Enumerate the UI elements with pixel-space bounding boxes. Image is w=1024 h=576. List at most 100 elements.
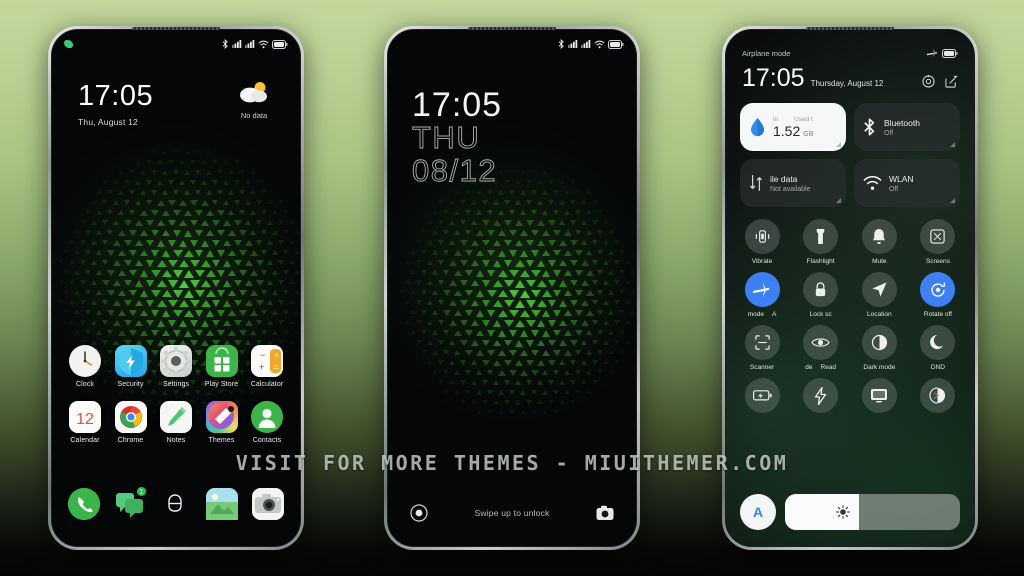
toggle-lock-screen[interactable]: Lock sc bbox=[799, 272, 843, 318]
settings-gear-icon[interactable] bbox=[922, 75, 935, 88]
edit-icon[interactable] bbox=[945, 75, 958, 88]
contrast-icon bbox=[861, 325, 897, 360]
data-usage-value: 1.52 bbox=[773, 122, 801, 139]
toggle-mute[interactable]: Mute bbox=[857, 219, 901, 265]
weather-widget[interactable]: No data bbox=[226, 80, 282, 120]
partly-cloudy-icon bbox=[240, 82, 267, 103]
toggle-airplane-mode[interactable]: mode A bbox=[740, 272, 784, 318]
toggle-location[interactable]: Location bbox=[857, 272, 901, 318]
airplane-icon bbox=[927, 48, 938, 58]
cast-icon bbox=[861, 378, 897, 413]
wifi-icon bbox=[258, 40, 269, 48]
brightness-slider[interactable] bbox=[785, 494, 960, 530]
clock-date: Thu, August 12 bbox=[78, 117, 138, 127]
expand-corner-icon[interactable] bbox=[836, 198, 841, 203]
app-contacts[interactable]: Contacts bbox=[246, 401, 288, 444]
auto-brightness-button[interactable]: A bbox=[740, 494, 776, 530]
toggle-dark-mode[interactable]: Dark mode bbox=[857, 325, 901, 371]
toggle-label: Vibrate bbox=[751, 258, 773, 265]
shield-icon bbox=[114, 345, 147, 377]
toggle-label: Lock sc bbox=[809, 311, 832, 318]
camera-icon[interactable] bbox=[252, 488, 284, 520]
expand-corner-icon[interactable] bbox=[950, 142, 955, 147]
app-notes[interactable]: Notes bbox=[155, 401, 197, 444]
moon-icon bbox=[920, 325, 956, 360]
app-calendar[interactable]: 12 Calendar bbox=[64, 401, 106, 444]
lock-bottom-bar: Swipe up to unlock bbox=[388, 504, 636, 522]
bluetooth-tile[interactable]: Bluetooth Off bbox=[854, 103, 960, 151]
gallery-icon[interactable] bbox=[206, 488, 238, 520]
app-label: Chrome bbox=[117, 437, 144, 444]
wlan-tile[interactable]: WLAN Off bbox=[854, 159, 960, 207]
expand-corner-icon[interactable] bbox=[836, 142, 841, 147]
toggle-vibrate[interactable]: Vibrate bbox=[740, 219, 784, 265]
signal-icon bbox=[245, 40, 255, 48]
calendar-icon: 12 bbox=[69, 401, 101, 433]
camera-icon[interactable] bbox=[596, 505, 614, 521]
app-label: Settings bbox=[162, 381, 190, 388]
toggle-row-1: Vibrate Flashlight Mute Screens bbox=[740, 219, 960, 265]
app-calculator[interactable]: − × + = Calculator bbox=[246, 345, 288, 388]
home-clock-widget[interactable]: 17:05 Thu, August 12 bbox=[78, 82, 153, 128]
leaf-notification-icon bbox=[64, 40, 73, 48]
notes-icon bbox=[160, 401, 192, 433]
lock-screen: 17:05 THU 08/12 Swipe up to unlock bbox=[388, 30, 636, 546]
expand-corner-icon[interactable] bbox=[950, 198, 955, 203]
app-label: Themes bbox=[208, 437, 235, 444]
toggle-label: DND bbox=[930, 364, 946, 371]
tag-icon bbox=[920, 378, 956, 413]
app-drawer-icon[interactable] bbox=[160, 488, 192, 520]
tile-subtitle: Not available bbox=[770, 185, 811, 193]
app-label: Clock bbox=[75, 381, 94, 388]
toggle-row-4 bbox=[740, 378, 960, 417]
toggle-reading-mode[interactable]: de Read bbox=[799, 325, 843, 371]
brightness-controls: A bbox=[740, 494, 960, 530]
data-usage-tile[interactable]: in Used t 1.52 GB bbox=[740, 103, 846, 151]
app-label: Contacts bbox=[252, 437, 282, 444]
messages-icon[interactable]: 1 bbox=[114, 486, 147, 520]
app-play-store[interactable]: Play Store bbox=[201, 345, 243, 388]
bluetooth-icon bbox=[222, 39, 228, 49]
toggle-battery-saver[interactable] bbox=[740, 378, 784, 417]
sun-icon bbox=[835, 505, 850, 519]
toggle-screenshot[interactable]: Screens bbox=[916, 219, 960, 265]
battery-icon bbox=[608, 39, 624, 49]
app-settings[interactable]: Settings bbox=[155, 345, 197, 388]
lock-day-of-week: THU bbox=[412, 120, 481, 155]
toggle-tag[interactable] bbox=[916, 378, 960, 417]
phone-icon[interactable] bbox=[68, 488, 100, 520]
data-usage-header-right: Used t bbox=[794, 115, 813, 123]
toggle-label: mode bbox=[747, 311, 764, 318]
app-security[interactable]: Security bbox=[110, 345, 152, 388]
app-themes[interactable]: Themes bbox=[201, 401, 243, 444]
earpiece-speaker bbox=[132, 27, 220, 30]
toggle-row-3: Scanner de Read Dark mode DND bbox=[740, 325, 960, 371]
eye-icon bbox=[803, 325, 839, 360]
tile-title: ile data bbox=[770, 173, 798, 184]
toggle-rotate[interactable]: Rotate off bbox=[916, 272, 960, 318]
mobile-data-tile[interactable]: ile data Not available bbox=[740, 159, 846, 207]
earpiece-speaker bbox=[468, 27, 556, 30]
app-grid: Clock Security Settings Play Store − × +… bbox=[52, 345, 300, 457]
toggle-cast[interactable] bbox=[857, 378, 901, 417]
toggle-label: Screens bbox=[926, 258, 950, 265]
toggle-dnd[interactable]: DND bbox=[916, 325, 960, 371]
record-circle-icon[interactable] bbox=[410, 504, 428, 522]
tile-subtitle: Off bbox=[884, 129, 894, 137]
battery-icon bbox=[272, 39, 288, 49]
bell-icon bbox=[861, 219, 897, 254]
toggle-flashlight[interactable]: Flashlight bbox=[799, 219, 843, 265]
signal-icon bbox=[581, 40, 591, 48]
bluetooth-icon bbox=[558, 39, 564, 49]
messages-badge: 1 bbox=[136, 486, 147, 497]
toggle-label: Mute bbox=[872, 258, 887, 265]
lock-date: 08/12 bbox=[412, 152, 498, 188]
app-chrome[interactable]: Chrome bbox=[110, 401, 152, 444]
toggle-label-extra: A bbox=[771, 311, 777, 318]
toggle-lightning[interactable] bbox=[799, 378, 843, 417]
toggle-scanner[interactable]: Scanner bbox=[740, 325, 784, 371]
app-clock[interactable]: Clock bbox=[64, 345, 106, 388]
play-store-icon bbox=[205, 345, 238, 377]
control-center: Airplane mode 17:05 Thursday, August 12 bbox=[726, 30, 974, 546]
rotate-icon bbox=[920, 272, 956, 307]
